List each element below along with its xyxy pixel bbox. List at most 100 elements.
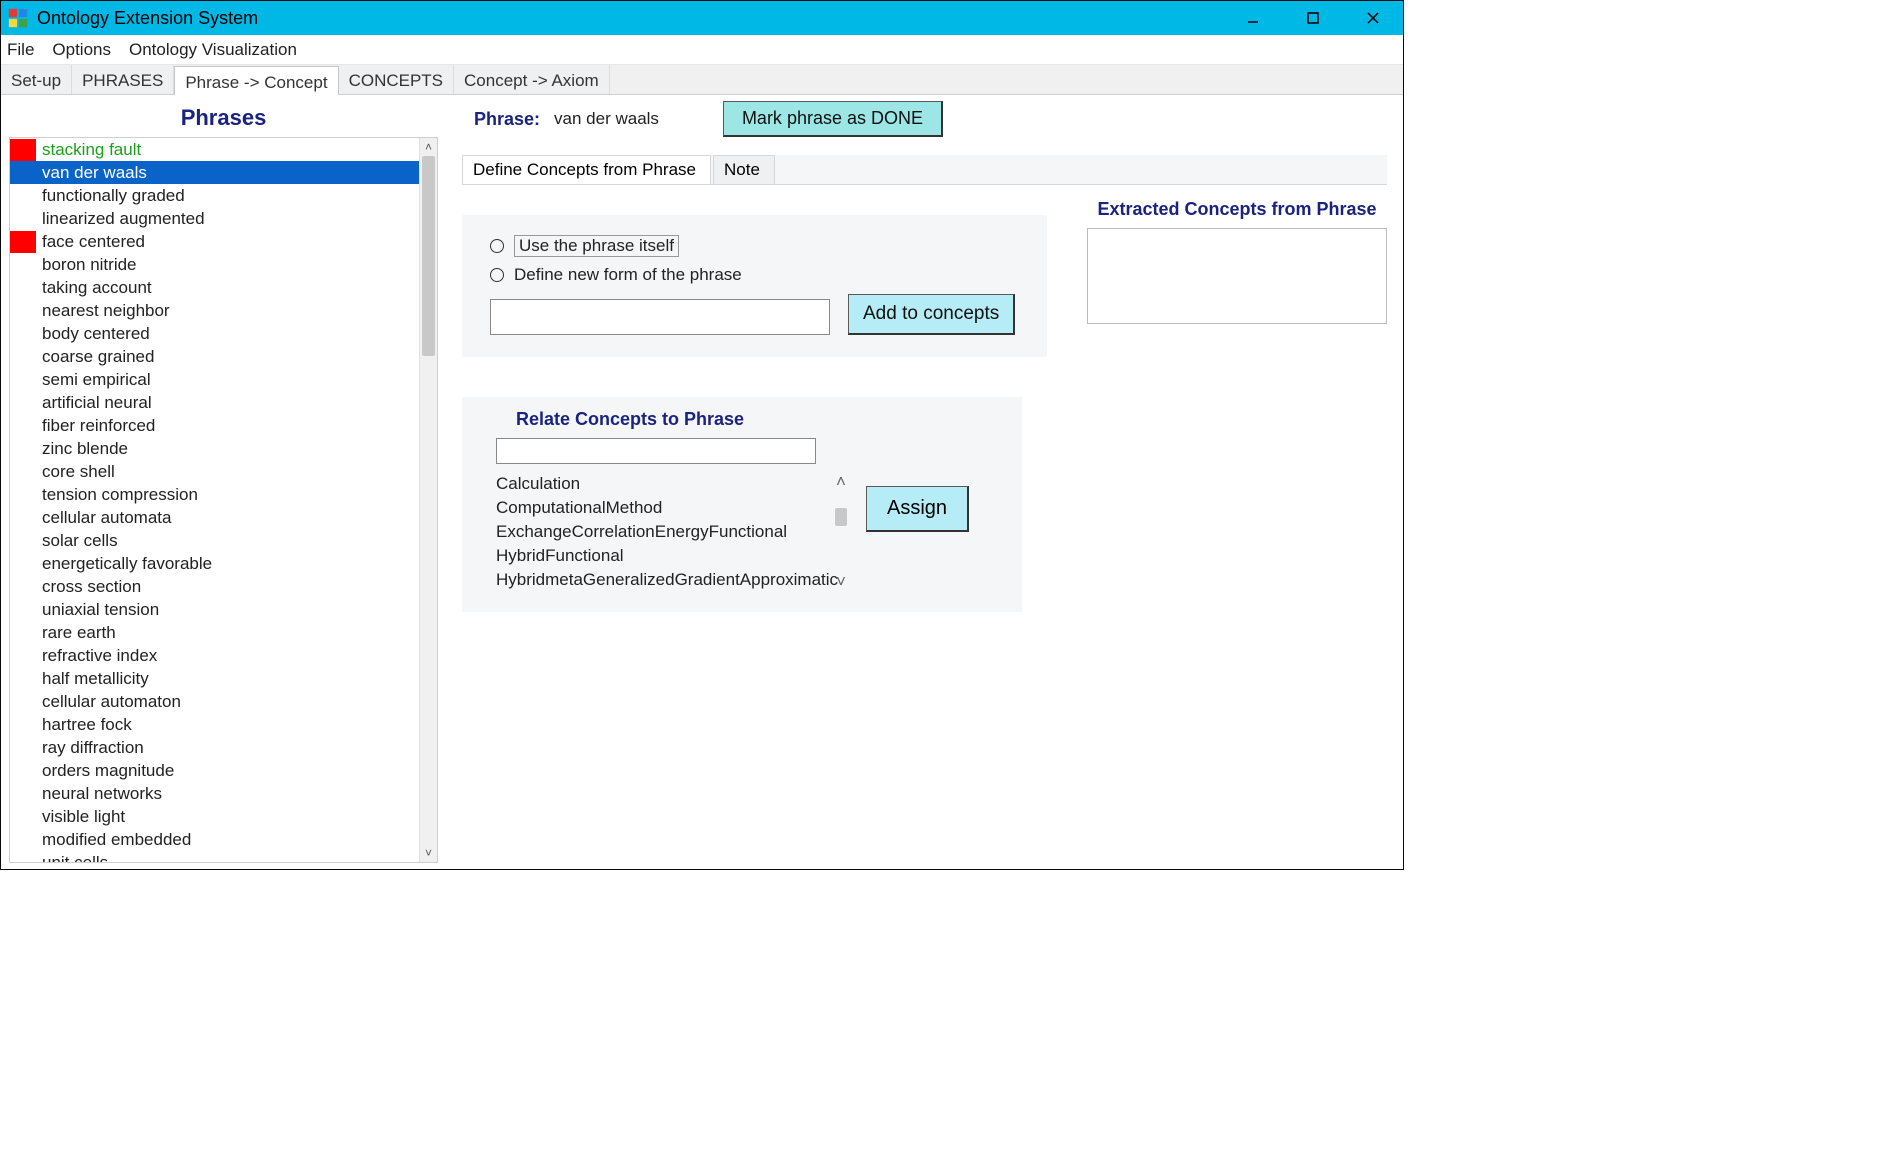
- radio-use-phrase[interactable]: Use the phrase itself: [490, 235, 1025, 257]
- phrase-item[interactable]: visible light: [10, 805, 419, 828]
- menu-ontology-visualization[interactable]: Ontology Visualization: [129, 40, 297, 60]
- phrase-marker: [10, 139, 36, 161]
- phrase-text: linearized augmented: [40, 209, 205, 229]
- radio-define-new[interactable]: Define new form of the phrase: [490, 265, 1025, 285]
- phrase-text: half metallicity: [40, 669, 149, 689]
- phrase-item[interactable]: stacking fault: [10, 138, 419, 161]
- phrase-item[interactable]: neural networks: [10, 782, 419, 805]
- phrase-item[interactable]: zinc blende: [10, 437, 419, 460]
- relate-search-input[interactable]: [496, 438, 816, 464]
- phrase-item[interactable]: coarse grained: [10, 345, 419, 368]
- phrase-item[interactable]: fiber reinforced: [10, 414, 419, 437]
- phrase-text: solar cells: [40, 531, 118, 551]
- phrase-text: hartree fock: [40, 715, 132, 735]
- phrase-marker: [10, 507, 36, 529]
- menu-file[interactable]: File: [7, 40, 34, 60]
- phrase-item[interactable]: cellular automaton: [10, 690, 419, 713]
- phrase-text: ray diffraction: [40, 738, 144, 758]
- scroll-thumb[interactable]: [835, 508, 847, 526]
- phrase-item[interactable]: taking account: [10, 276, 419, 299]
- phrase-item[interactable]: rare earth: [10, 621, 419, 644]
- phrase-item[interactable]: unit cells: [10, 851, 419, 862]
- tab-phrase-concept[interactable]: Phrase -> Concept: [174, 66, 338, 95]
- phrase-item[interactable]: cross section: [10, 575, 419, 598]
- menu-options[interactable]: Options: [52, 40, 111, 60]
- phrase-item[interactable]: tension compression: [10, 483, 419, 506]
- phrases-scrollbar[interactable]: ˄ ˅: [419, 138, 437, 862]
- phrase-item[interactable]: van der waals: [10, 161, 419, 184]
- phrase-item[interactable]: cellular automata: [10, 506, 419, 529]
- phrase-item[interactable]: face centered: [10, 230, 419, 253]
- phrase-item[interactable]: solar cells: [10, 529, 419, 552]
- tab-phrases[interactable]: PHRASES: [72, 65, 174, 94]
- extracted-listbox[interactable]: [1087, 228, 1387, 324]
- tab-setup[interactable]: Set-up: [1, 65, 72, 94]
- phrase-item[interactable]: linearized augmented: [10, 207, 419, 230]
- phrase-value: van der waals: [554, 109, 659, 129]
- concept-listbox[interactable]: CalculationComputationalMethodExchangeCo…: [496, 472, 816, 592]
- phrase-marker: [10, 484, 36, 506]
- phrase-item[interactable]: nearest neighbor: [10, 299, 419, 322]
- phrase-marker: [10, 599, 36, 621]
- concept-item[interactable]: HybridmetaGeneralizedGradientApproximati…: [496, 568, 816, 592]
- scroll-up-icon[interactable]: ˄: [420, 138, 437, 156]
- app-window: Ontology Extension System File Options O…: [0, 0, 1404, 870]
- phrase-item[interactable]: artificial neural: [10, 391, 419, 414]
- content-area: Phrases stacking faultvan der waalsfunct…: [1, 95, 1403, 869]
- phrase-item[interactable]: ray diffraction: [10, 736, 419, 759]
- scroll-track[interactable]: [420, 156, 437, 844]
- phrase-marker: [10, 392, 36, 414]
- phrase-header: Phrase: van der waals Mark phrase as DON…: [474, 101, 1387, 137]
- concept-item[interactable]: ComputationalMethod: [496, 496, 816, 520]
- phrase-item[interactable]: functionally graded: [10, 184, 419, 207]
- concept-item[interactable]: ExchangeCorrelationEnergyFunctional: [496, 520, 816, 544]
- scroll-track[interactable]: [832, 492, 850, 572]
- scroll-down-icon[interactable]: ˅: [420, 844, 437, 862]
- inner-tab-note[interactable]: Note: [713, 155, 775, 184]
- radio-icon: [490, 239, 504, 253]
- phrase-text: uniaxial tension: [40, 600, 159, 620]
- assign-button[interactable]: Assign: [866, 486, 969, 532]
- phrase-text: face centered: [40, 232, 145, 252]
- phrase-text: artificial neural: [40, 393, 152, 413]
- phrase-text: coarse grained: [40, 347, 154, 367]
- phrase-marker: [10, 645, 36, 667]
- tab-concepts[interactable]: CONCEPTS: [339, 65, 454, 94]
- add-to-concepts-button[interactable]: Add to concepts: [848, 294, 1015, 335]
- phrase-item[interactable]: orders magnitude: [10, 759, 419, 782]
- close-button[interactable]: [1343, 1, 1403, 35]
- phrase-item[interactable]: modified embedded: [10, 828, 419, 851]
- phrase-text: fiber reinforced: [40, 416, 155, 436]
- phrase-marker: [10, 300, 36, 322]
- phrase-item[interactable]: half metallicity: [10, 667, 419, 690]
- phrase-item[interactable]: boron nitride: [10, 253, 419, 276]
- mark-done-button[interactable]: Mark phrase as DONE: [723, 101, 943, 137]
- phrase-item[interactable]: semi empirical: [10, 368, 419, 391]
- scroll-up-icon[interactable]: ˄: [836, 472, 846, 492]
- new-form-input[interactable]: [490, 299, 830, 335]
- concept-item[interactable]: HybridFunctional: [496, 544, 816, 568]
- minimize-button[interactable]: [1223, 1, 1283, 35]
- phrase-item[interactable]: refractive index: [10, 644, 419, 667]
- phrase-marker: [10, 783, 36, 805]
- phrase-item[interactable]: body centered: [10, 322, 419, 345]
- maximize-button[interactable]: [1283, 1, 1343, 35]
- concept-item[interactable]: Calculation: [496, 472, 816, 496]
- phrase-marker: [10, 668, 36, 690]
- phrase-item[interactable]: uniaxial tension: [10, 598, 419, 621]
- concept-scrollbar[interactable]: ˄ ˅: [832, 472, 850, 592]
- relate-row: CalculationComputationalMethodExchangeCo…: [496, 472, 1000, 592]
- scroll-thumb[interactable]: [422, 156, 435, 356]
- phrases-listbox[interactable]: stacking faultvan der waalsfunctionally …: [9, 137, 438, 863]
- tab-concept-axiom[interactable]: Concept -> Axiom: [454, 65, 610, 94]
- phrase-marker: [10, 277, 36, 299]
- phrase-item[interactable]: core shell: [10, 460, 419, 483]
- phrase-marker: [10, 806, 36, 828]
- phrase-marker: [10, 737, 36, 759]
- phrase-marker: [10, 323, 36, 345]
- scroll-down-icon[interactable]: ˅: [836, 572, 846, 592]
- phrase-item[interactable]: energetically favorable: [10, 552, 419, 575]
- add-concept-row: Add to concepts: [490, 293, 1025, 335]
- inner-tab-define[interactable]: Define Concepts from Phrase: [462, 155, 711, 184]
- phrase-item[interactable]: hartree fock: [10, 713, 419, 736]
